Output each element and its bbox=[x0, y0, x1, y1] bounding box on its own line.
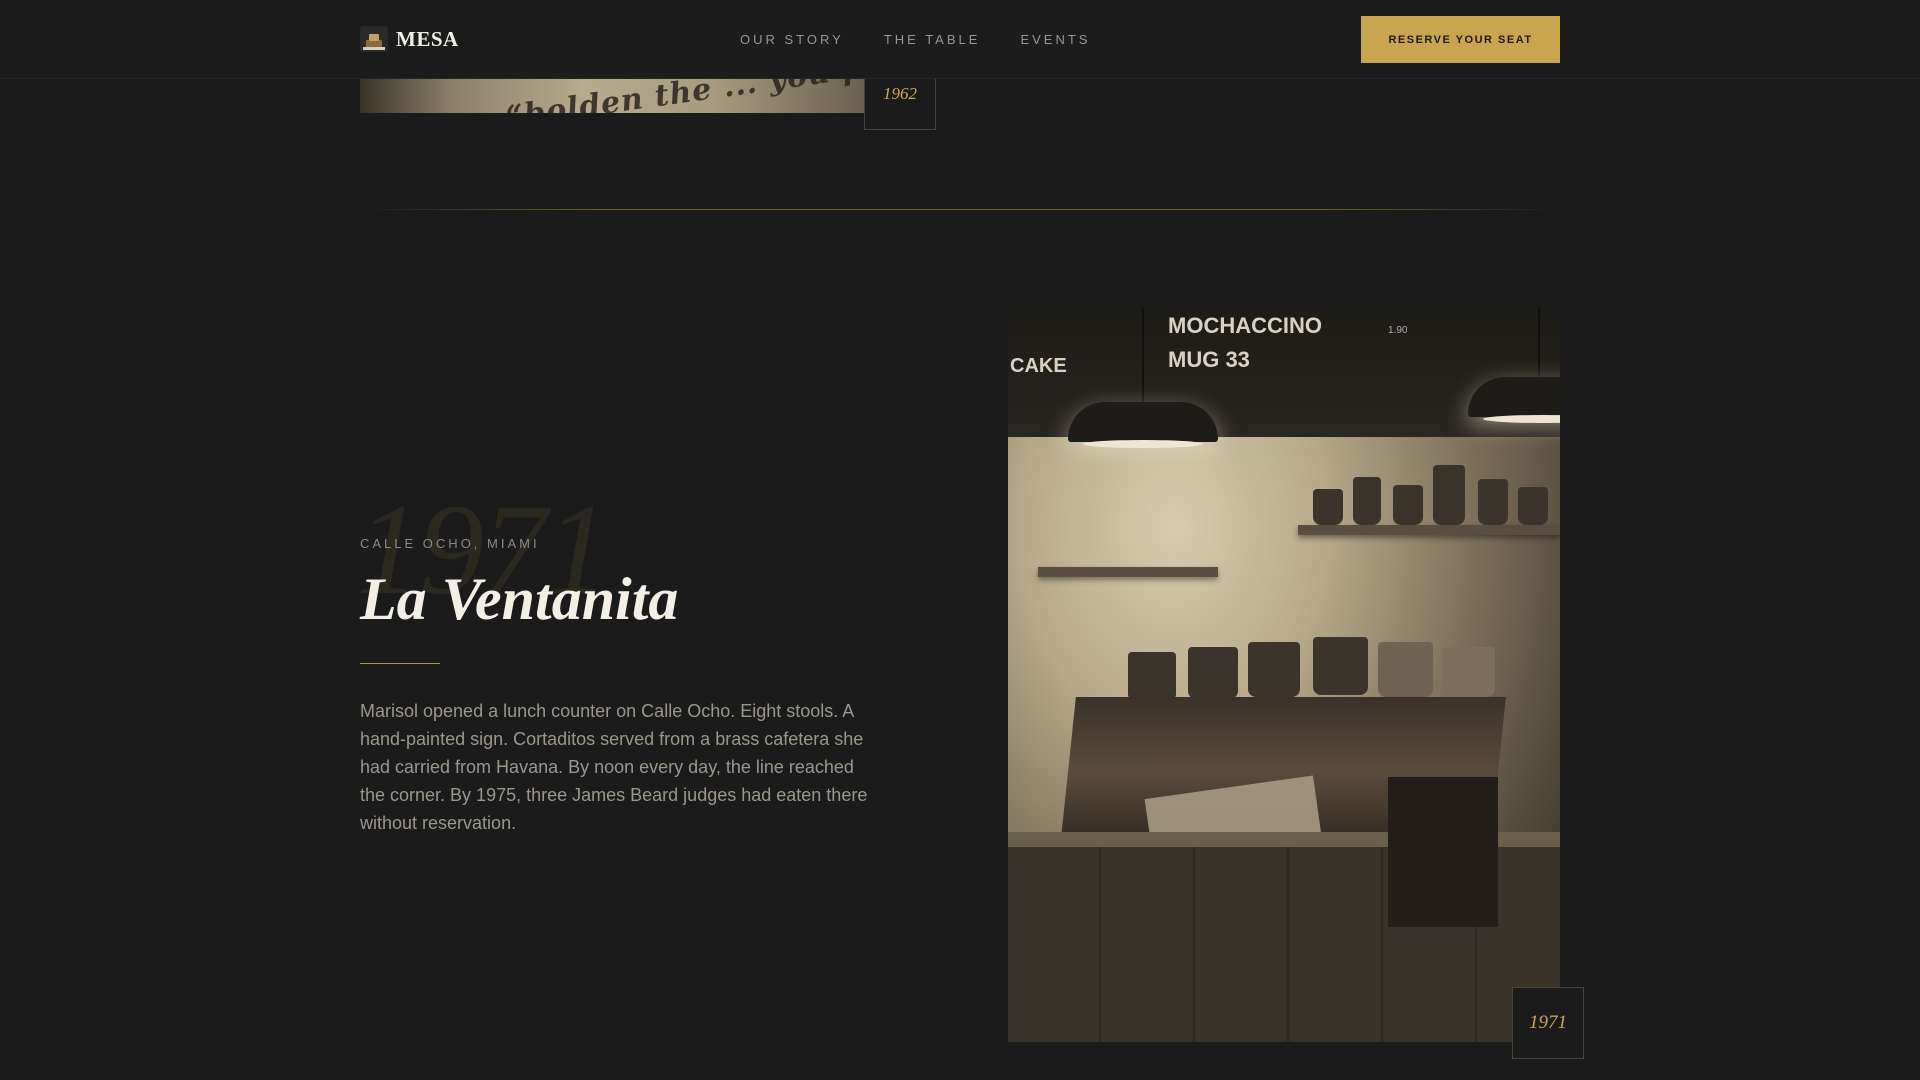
title-rule bbox=[360, 663, 440, 664]
section-title: La Ventanita bbox=[360, 566, 679, 632]
cake-logo-icon bbox=[360, 26, 388, 52]
nav-link-our-story[interactable]: OUR STORY bbox=[740, 32, 844, 47]
chalkboard-text: CAKE bbox=[1010, 355, 1067, 377]
chalkboard-text: 1.90 bbox=[1388, 325, 1408, 336]
nav-link-the-table[interactable]: THE TABLE bbox=[884, 32, 981, 47]
cafe-counter-photo: MOCHACCINO MUG 33 CAKE 1.90 bbox=[1008, 307, 1560, 1042]
nav-links: OUR STORY THE TABLE EVENTS bbox=[740, 32, 1090, 47]
section-body: Marisol opened a lunch counter on Calle … bbox=[360, 701, 868, 833]
brand[interactable]: MESA bbox=[360, 26, 459, 52]
chalkboard-text: MUG 33 bbox=[1168, 347, 1250, 372]
shelf bbox=[1298, 525, 1560, 535]
pendant-lamp bbox=[1068, 402, 1218, 448]
shelf bbox=[1038, 567, 1218, 577]
nav-link-events[interactable]: EVENTS bbox=[1020, 32, 1090, 47]
top-navigation: MESA OUR STORY THE TABLE EVENTS RESERVE … bbox=[0, 0, 1920, 79]
reserve-seat-button[interactable]: RESERVE YOUR SEAT bbox=[1361, 16, 1560, 63]
section-divider bbox=[360, 209, 1560, 210]
location-label: CALLE OCHO, MIAMI bbox=[360, 536, 540, 551]
brand-name: MESA bbox=[396, 26, 459, 51]
chalkboard-text: MOCHACCINO bbox=[1168, 313, 1322, 338]
coffee-grinder bbox=[1388, 777, 1498, 927]
year-badge-1971: 1971 bbox=[1512, 987, 1584, 1059]
